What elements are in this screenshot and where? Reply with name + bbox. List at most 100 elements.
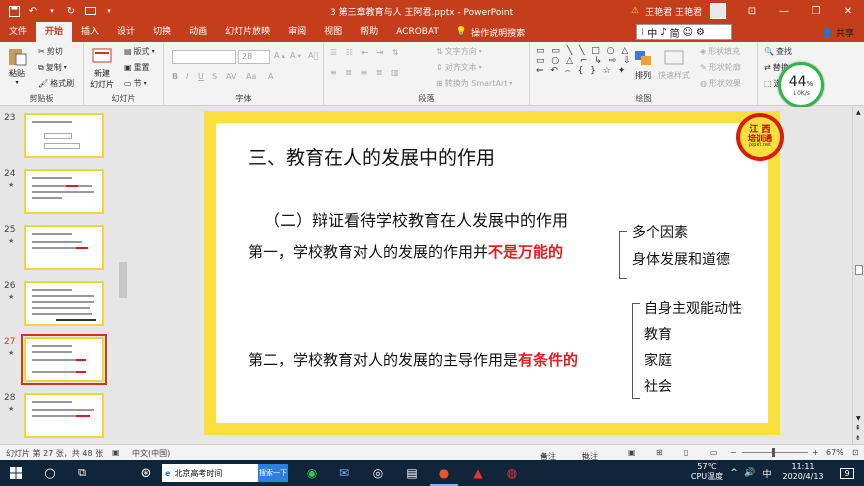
network-speed-widget[interactable]: 44% ↓0K/s xyxy=(778,62,824,108)
condition-item[interactable]: 自身主观能动性 xyxy=(644,298,742,318)
thumbnail-scroll-thumb[interactable] xyxy=(119,262,127,298)
slideshow-view-icon[interactable]: ▭ xyxy=(710,448,718,457)
italic-button[interactable]: I xyxy=(186,72,188,81)
zoom-in-button[interactable]: + xyxy=(812,448,819,457)
spellcheck-icon[interactable]: ▣ xyxy=(112,448,120,457)
cpu-temperature[interactable]: 57℃ CPU温度 xyxy=(690,462,724,482)
previous-slide-icon[interactable]: ⇞ xyxy=(855,424,861,432)
undo-dropdown-icon[interactable]: ▾ xyxy=(46,5,58,17)
tab-design[interactable]: 设计 xyxy=(108,22,144,42)
mail-icon[interactable]: ✉ xyxy=(330,460,358,486)
powerpoint-icon[interactable]: ● xyxy=(430,460,458,486)
scroll-up-icon[interactable]: ▲ xyxy=(856,109,861,116)
bold-button[interactable]: B xyxy=(172,72,178,81)
start-button[interactable] xyxy=(0,460,32,486)
thumbnail-image[interactable] xyxy=(24,281,104,326)
task-view-icon[interactable]: ⧉ xyxy=(68,460,96,486)
factor-item[interactable]: 多个因素 xyxy=(632,222,688,242)
font-color-button[interactable]: A xyxy=(268,72,273,81)
browser-search-button[interactable]: 搜索一下 xyxy=(258,464,288,482)
thumbnail-27[interactable]: 27 ★ xyxy=(0,334,120,385)
ime-music-icon[interactable]: ♪ xyxy=(660,27,666,38)
acrobat-icon[interactable]: ▲ xyxy=(464,460,492,486)
condition-item[interactable]: 教育 xyxy=(644,324,672,344)
fit-to-window-icon[interactable]: ⊡ xyxy=(852,448,859,457)
reading-view-icon[interactable]: ▯ xyxy=(684,448,688,457)
warning-icon[interactable]: ⚠ xyxy=(631,6,639,16)
tab-help[interactable]: 帮助 xyxy=(351,22,387,42)
tab-slideshow[interactable]: 幻灯片放映 xyxy=(216,22,279,42)
character-spacing-button[interactable]: AV xyxy=(226,72,236,81)
shapes-gallery[interactable]: ▭ ▭ ╲ ╲ □ ○ △ ▭ ○ △ ⌐ ↳ ⇨ ⇩ ⇐ ↶ ⌢ { } ☆ ✦ xyxy=(536,46,633,76)
list-buttons[interactable]: ☰ ☷ ⇤ ⇥ ⇅ xyxy=(330,48,402,57)
app-icon[interactable]: ⊛ xyxy=(132,460,160,486)
customize-toolbar-icon[interactable]: ▾ xyxy=(103,5,115,17)
share-button[interactable]: 👤 共享 xyxy=(822,26,854,39)
close-button[interactable]: ✕ xyxy=(832,6,864,17)
reset-button[interactable]: ▣ 重置 xyxy=(124,62,150,73)
tab-insert[interactable]: 插入 xyxy=(72,22,108,42)
underline-button[interactable]: U xyxy=(198,72,204,81)
browser-search-box[interactable]: e 北京高考时间 搜索一下 xyxy=(162,464,288,482)
tab-animations[interactable]: 动画 xyxy=(180,22,216,42)
restore-button[interactable]: ❐ xyxy=(800,6,832,17)
align-text-button[interactable]: ⇕ 对齐文本 ▾ xyxy=(436,62,482,73)
redo-icon[interactable]: ↻ xyxy=(65,5,77,17)
shrink-font-button[interactable]: A ▾ xyxy=(290,51,301,60)
next-slide-icon[interactable]: ⇟ xyxy=(855,434,861,442)
ime-settings-icon[interactable]: ⚙ xyxy=(696,27,705,38)
shape-outline-button[interactable]: ✎ 形状轮廓 xyxy=(700,62,741,73)
thumbnail-image[interactable] xyxy=(24,169,104,214)
grow-font-button[interactable]: A ▴ xyxy=(274,51,285,60)
layout-button[interactable]: ▤ 版式 ▾ xyxy=(124,46,155,57)
factor-item[interactable]: 身体发展和道德 xyxy=(632,249,730,269)
scroll-down-icon[interactable]: ▼ xyxy=(856,415,861,422)
slide[interactable]: 三、教育在人的发展中的作用 （二）辩证看待学校教育在人发展中的作用 第一，学校教… xyxy=(204,111,784,435)
shape-fill-button[interactable]: ◈ 形状填充 xyxy=(700,46,740,57)
tab-review[interactable]: 审阅 xyxy=(279,22,315,42)
tab-view[interactable]: 视图 xyxy=(315,22,351,42)
slide-subtitle[interactable]: （二）辩证看待学校教育在人发展中的作用 xyxy=(264,207,568,231)
arrange-button[interactable]: 排列 xyxy=(632,48,654,81)
tab-home[interactable]: 开始 xyxy=(36,22,73,42)
normal-view-icon[interactable]: ▣ xyxy=(628,448,636,457)
wechat-icon[interactable]: ◉ xyxy=(298,460,326,486)
ribbon-display-options-button[interactable]: ⊡ xyxy=(736,6,768,17)
thumbnail-24[interactable]: 24 ★ xyxy=(0,169,120,217)
tray-overflow-icon[interactable]: ^ xyxy=(726,460,742,486)
point-two[interactable]: 第二，学校教育对人的发展的主导作用是有条件的 xyxy=(248,349,578,370)
point-one[interactable]: 第一，学校教育对人的发展的作用并不是万能的 xyxy=(248,241,563,262)
user-name[interactable]: 王艳君 王艳君 xyxy=(645,5,702,18)
thumbnail-25[interactable]: 25 ★ xyxy=(0,225,120,273)
undo-icon[interactable]: ↶ xyxy=(27,5,39,17)
thumbnail-image[interactable] xyxy=(24,393,104,438)
condition-item[interactable]: 家庭 xyxy=(644,350,672,370)
slideshow-icon[interactable] xyxy=(84,5,96,17)
netease-music-icon[interactable]: ◍ xyxy=(498,460,526,486)
notification-center[interactable]: 9 xyxy=(834,460,860,486)
language-indicator[interactable]: 中文(中国) xyxy=(132,448,170,459)
section-button[interactable]: ▭ 节 ▾ xyxy=(124,78,147,89)
alignment-buttons[interactable]: ≡ ≣ ≡ ≣ ▥ xyxy=(330,68,402,77)
change-case-button[interactable]: Aa xyxy=(246,72,256,81)
copy-button[interactable]: ⧉ 复制 ▾ xyxy=(38,62,67,73)
ime-chinese-mode[interactable]: 中 xyxy=(647,25,657,40)
paste-button[interactable]: 粘贴 ▾ xyxy=(6,46,28,86)
clock[interactable]: 11:11 2020/4/13 xyxy=(778,462,828,482)
zoom-level[interactable]: 67% xyxy=(826,448,844,457)
minimize-button[interactable]: — xyxy=(768,6,800,17)
thumbnail-scrollbar[interactable] xyxy=(118,107,128,444)
text-direction-button[interactable]: ⇅ 文字方向 ▾ xyxy=(436,46,482,57)
slide-sorter-icon[interactable]: ⊞ xyxy=(656,448,663,457)
strikethrough-button[interactable]: S xyxy=(212,72,217,81)
format-painter-button[interactable]: 🖌 格式刷 xyxy=(38,78,74,89)
new-slide-button[interactable]: 新建 幻灯片 xyxy=(90,46,114,90)
zoom-slider-handle[interactable] xyxy=(772,448,775,457)
zoom-out-button[interactable]: − xyxy=(730,448,737,457)
cut-button[interactable]: ✂ 剪切 xyxy=(38,46,63,57)
smartart-button[interactable]: ⊞ 转换为 SmartArt ▾ xyxy=(436,78,512,89)
tab-acrobat[interactable]: ACROBAT xyxy=(387,22,448,42)
find-button[interactable]: 🔍 查找 xyxy=(764,46,792,57)
tell-me-search[interactable]: 💡 操作说明搜索 xyxy=(448,26,525,39)
thumbnail-image[interactable] xyxy=(24,225,104,270)
